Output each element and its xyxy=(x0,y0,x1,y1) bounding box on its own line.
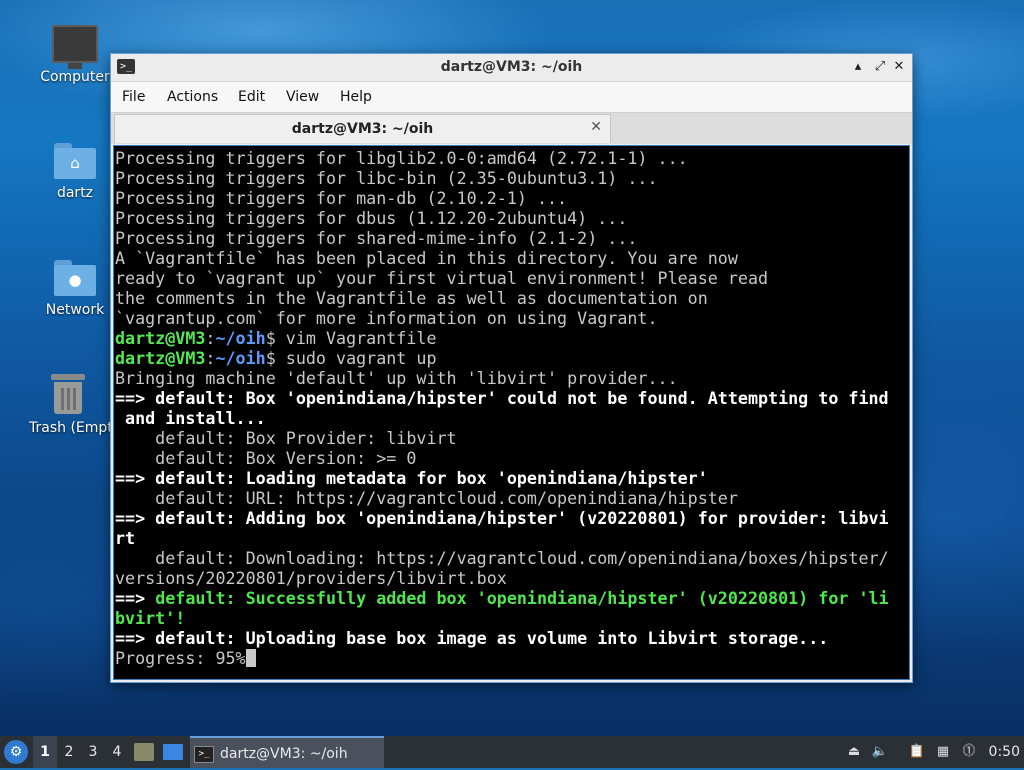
task-title: dartz@VM3: ~/oih xyxy=(220,746,348,762)
file-manager-launcher-icon[interactable] xyxy=(134,743,154,761)
window-title: dartz@VM3: ~/oih xyxy=(440,59,583,75)
maximize-button[interactable]: ⤢ xyxy=(871,58,889,76)
terminal-task-icon: >_ xyxy=(194,745,214,763)
volume-icon[interactable]: 🔈 xyxy=(871,743,889,761)
menu-view[interactable]: View xyxy=(286,89,319,105)
desktop-icon-trash[interactable]: Trash (Empty) xyxy=(25,374,110,436)
eject-icon[interactable]: ⏏ xyxy=(845,743,863,761)
trash-icon xyxy=(50,374,85,414)
terminal-line: A `Vagrantfile` has been placed in this … xyxy=(115,248,738,268)
close-button[interactable]: ✕ xyxy=(890,58,908,76)
terminal-line: Processing triggers for libc-bin (2.35-0… xyxy=(115,168,658,188)
show-desktop-icon[interactable] xyxy=(163,744,183,760)
tab-title: dartz@VM3: ~/oih xyxy=(291,121,434,137)
menu-actions[interactable]: Actions xyxy=(167,89,218,105)
terminal-line: Processing triggers for man-db (2.10.2-1… xyxy=(115,188,568,208)
workspace-4[interactable]: 4 xyxy=(105,736,129,768)
terminal-line: versions/20220801/providers/libvirt.box xyxy=(115,568,507,588)
workspace-1[interactable]: 1 xyxy=(33,736,57,768)
minimize-button[interactable]: ▴ xyxy=(849,58,867,76)
terminal-line: the comments in the Vagrantfile as well … xyxy=(115,288,708,308)
terminal-line: default: Downloading: https://vagrantclo… xyxy=(115,548,889,568)
terminal-line: dartz@VM3:~/oih$ vim Vagrantfile xyxy=(115,328,437,348)
taskbar: ⚙ 1 2 3 4 >_ dartz@VM3: ~/oih ⏏ 🔈 📋 ▦ ⓵ 0… xyxy=(0,736,1024,768)
network-folder-icon: ● xyxy=(54,260,96,296)
clock: 0:50 xyxy=(988,744,1020,760)
window-titlebar[interactable]: >_ dartz@VM3: ~/oih ▴ ⤢ ✕ xyxy=(111,54,912,82)
network-icon[interactable]: ▦ xyxy=(934,743,952,761)
terminal-text: Processing triggers for libglib2.0-0:amd… xyxy=(114,146,909,668)
terminal-line: Processing triggers for libglib2.0-0:amd… xyxy=(115,148,688,168)
workspace-3[interactable]: 3 xyxy=(81,736,105,768)
terminal-line: dartz@VM3:~/oih$ sudo vagrant up xyxy=(115,348,437,368)
computer-icon xyxy=(52,25,98,69)
menu-file[interactable]: File xyxy=(122,89,145,105)
terminal-tab[interactable]: dartz@VM3: ~/oih ✕ xyxy=(114,114,611,143)
terminal-window[interactable]: >_ dartz@VM3: ~/oih ▴ ⤢ ✕ File Actions E… xyxy=(110,53,913,683)
terminal-line: default: Box Version: >= 0 xyxy=(115,448,417,468)
terminal-line: ==> default: Box 'openindiana/hipster' c… xyxy=(115,388,889,408)
terminal-line: ready to `vagrant up` your first virtual… xyxy=(115,268,769,288)
desktop-icon-label: Trash (Empty) xyxy=(29,420,110,436)
menu-edit[interactable]: Edit xyxy=(238,89,265,105)
terminal-line: `vagrantup.com` for more information on … xyxy=(115,308,658,328)
tab-close-icon[interactable]: ✕ xyxy=(590,119,602,135)
menu-bar: File Actions Edit View Help xyxy=(111,82,912,112)
tab-bar: dartz@VM3: ~/oih ✕ xyxy=(111,112,912,144)
terminal-line: Bringing machine 'default' up with 'libv… xyxy=(115,368,678,388)
terminal-line: ==> default: Uploading base box image as… xyxy=(115,628,829,648)
terminal-line: Progress: 95% xyxy=(115,648,909,668)
clipboard-icon[interactable]: 📋 xyxy=(908,743,926,761)
terminal-line: ==> default: Successfully added box 'ope… xyxy=(115,588,889,608)
terminal-cursor xyxy=(245,649,256,667)
terminal-line: Processing triggers for shared-mime-info… xyxy=(115,228,638,248)
terminal-output[interactable]: Processing triggers for libglib2.0-0:amd… xyxy=(113,145,910,680)
start-menu-icon[interactable]: ⚙ xyxy=(4,740,28,764)
terminal-line: default: URL: https://vagrantcloud.com/o… xyxy=(115,488,738,508)
terminal-line: rt xyxy=(115,528,136,548)
terminal-line: default: Box Provider: libvirt xyxy=(115,428,457,448)
terminal-line: Processing triggers for dbus (1.12.20-2u… xyxy=(115,208,628,228)
terminal-line: ==> default: Adding box 'openindiana/hip… xyxy=(115,508,889,528)
notification-icon[interactable]: ⓵ xyxy=(960,743,978,761)
terminal-line: and install... xyxy=(115,408,266,428)
workspace-2[interactable]: 2 xyxy=(57,736,81,768)
menu-help[interactable]: Help xyxy=(340,89,372,105)
home-folder-icon: ⌂ xyxy=(54,143,96,179)
taskbar-task-terminal[interactable]: >_ dartz@VM3: ~/oih xyxy=(190,736,384,768)
terminal-line: bvirt'! xyxy=(115,608,186,628)
terminal-line: ==> default: Loading metadata for box 'o… xyxy=(115,468,708,488)
